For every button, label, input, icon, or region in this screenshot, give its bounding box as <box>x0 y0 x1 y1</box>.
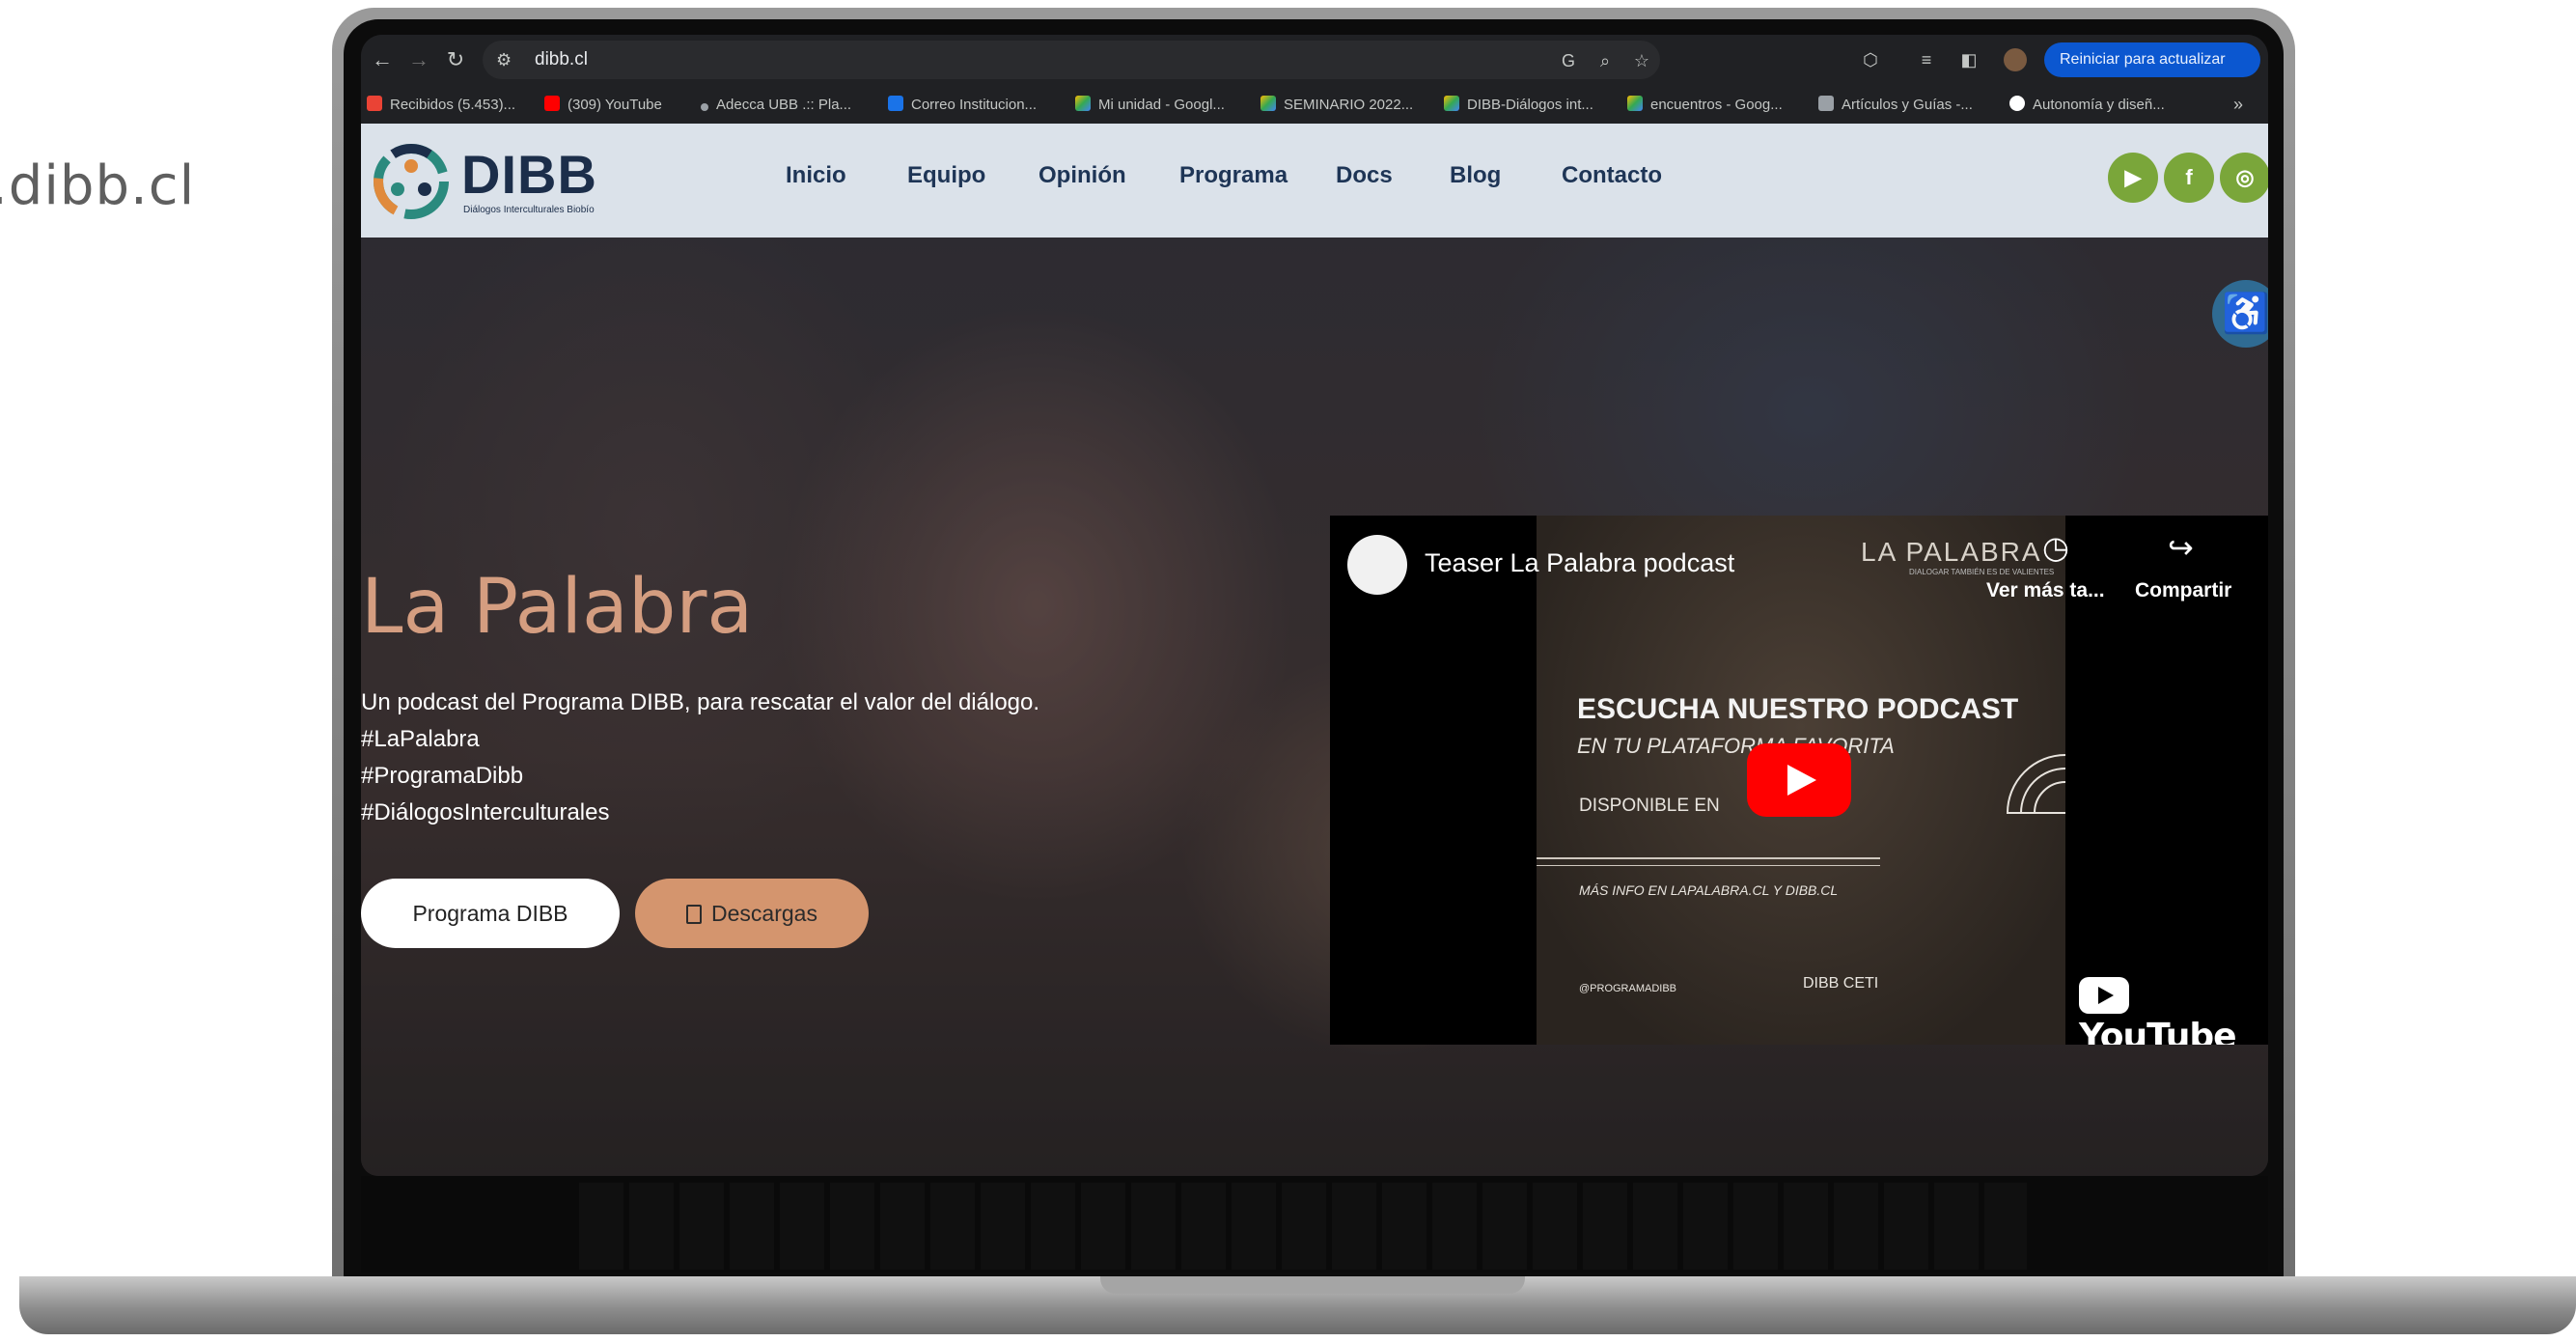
side-panel-icon[interactable]: ◧ <box>1957 48 1980 71</box>
laptop-notch <box>1100 1276 1525 1294</box>
page-icon <box>701 103 708 111</box>
update-button[interactable]: Reiniciar para actualizar <box>2044 42 2260 77</box>
address-bar[interactable]: ⚙ dibb.cl G ⌕ ☆ <box>483 41 1660 79</box>
thumb-more-info: MÁS INFO EN LAPALABRA.CL Y DIBB.CL <box>1579 882 1839 898</box>
drive-icon <box>1260 96 1276 111</box>
nav-inicio[interactable]: Inicio <box>786 162 846 189</box>
forward-icon[interactable]: → <box>405 46 432 73</box>
reading-list-icon[interactable]: ≡ <box>1915 48 1938 71</box>
youtube-play-icon <box>2079 977 2129 1014</box>
document-icon <box>686 905 703 924</box>
extensions-icon[interactable]: ⬡ <box>1859 48 1882 71</box>
play-button[interactable] <box>1747 743 1851 817</box>
bookmark-item[interactable]: Recibidos (5.453)... <box>367 95 515 116</box>
instagram-icon[interactable]: ◎ <box>2220 153 2268 203</box>
drive-icon <box>1627 96 1643 111</box>
bookmark-item[interactable]: Artículos y Guías -... <box>1818 95 1973 116</box>
graduation-cap-icon <box>1818 96 1834 111</box>
site-caption: .dibb.cl <box>0 154 196 217</box>
mail-icon <box>888 96 903 111</box>
logo-text[interactable]: DIBB <box>461 143 597 206</box>
bookmark-item[interactable]: Mi unidad - Googl... <box>1075 95 1225 116</box>
youtube-icon[interactable]: ▶ <box>2108 153 2158 203</box>
url-text[interactable]: dibb.cl <box>535 49 588 70</box>
facebook-icon[interactable]: f <box>2164 153 2214 203</box>
youtube-icon <box>544 96 560 111</box>
bookmark-item[interactable]: Autonomía y diseñ... <box>2009 95 2165 116</box>
programa-dibb-button[interactable]: Programa DIBB <box>361 879 620 948</box>
bookmark-item[interactable]: (309) YouTube <box>544 95 662 116</box>
bookmark-item[interactable]: Correo Institucion... <box>888 95 1037 116</box>
podcast-tagline: DIALOGAR TAMBIÉN ES DE VALIENTES <box>1909 568 2055 576</box>
nav-contacto[interactable]: Contacto <box>1562 162 1662 189</box>
decorative-arcs <box>2006 754 2065 814</box>
bookmark-item[interactable]: encuentros - Goog... <box>1627 95 1783 116</box>
bookmark-item[interactable]: SEMINARIO 2022... <box>1260 95 1413 116</box>
screen: ← → ↻ ⚙ dibb.cl G ⌕ ☆ ⬡ ≡ ◧ Reiniciar pa… <box>361 35 2268 1176</box>
nav-opinion[interactable]: Opinión <box>1039 162 1126 189</box>
thumb-handle: @PROGRAMADIBB <box>1579 983 1677 994</box>
browser-toolbar: ← → ↻ ⚙ dibb.cl G ⌕ ☆ ⬡ ≡ ◧ Reiniciar pa… <box>361 35 2268 85</box>
site-settings-icon[interactable]: ⚙ <box>496 48 519 71</box>
share-icon[interactable]: ↪ <box>2168 529 2194 566</box>
bookmarks-more-icon[interactable]: » <box>2233 95 2243 115</box>
watch-later-label[interactable]: Ver más ta... <box>1986 579 2105 602</box>
site-header: DIBB Diálogos Interculturales Biobío Ini… <box>361 124 2268 238</box>
nav-programa[interactable]: Programa <box>1179 162 1288 189</box>
profile-avatar[interactable] <box>2004 48 2027 71</box>
bookmark-star-icon[interactable]: ☆ <box>1631 50 1652 71</box>
reload-icon[interactable]: ↻ <box>442 46 469 73</box>
hero-description: Un podcast del Programa DIBB, para resca… <box>361 689 1040 715</box>
thumb-heading: ESCUCHA NUESTRO PODCAST <box>1577 693 2019 725</box>
channel-avatar[interactable] <box>1347 535 1407 595</box>
gmail-icon <box>367 96 382 111</box>
drive-icon <box>1075 96 1091 111</box>
thumb-divider <box>1537 857 1880 859</box>
web-page: DIBB Diálogos Interculturales Biobío Ini… <box>361 124 2268 1176</box>
thumb-available: DISPONIBLE EN <box>1579 796 1720 816</box>
nav-docs[interactable]: Docs <box>1336 162 1393 189</box>
podcast-brand: LA PALABRA <box>1861 537 2042 567</box>
thumb-partner-logos: DIBB CETI <box>1803 975 1879 992</box>
google-icon[interactable]: G <box>1558 50 1579 71</box>
bookmarks-bar: Recibidos (5.453)... (309) YouTube Adecc… <box>361 85 2268 125</box>
drive-icon <box>1444 96 1459 111</box>
hashtag: #DiálogosInterculturales <box>361 799 610 825</box>
back-icon[interactable]: ← <box>369 46 396 73</box>
youtube-embed[interactable]: Teaser La Palabra podcast LA PALABRA DIA… <box>1330 516 2268 1045</box>
descargas-button[interactable]: Descargas <box>635 879 869 948</box>
nav-blog[interactable]: Blog <box>1450 162 1501 189</box>
hero-section: ♿ La Palabra Un podcast del Programa DIB… <box>361 238 2268 1176</box>
dibb-logo-icon[interactable] <box>373 143 450 220</box>
video-title[interactable]: Teaser La Palabra podcast <box>1425 548 1734 578</box>
bookmark-item[interactable]: DIBB-Diálogos int... <box>1444 95 1593 116</box>
google-icon <box>2009 96 2025 111</box>
hero-title: La Palabra <box>361 564 754 651</box>
share-label[interactable]: Compartir <box>2135 579 2231 602</box>
keyboard-reflection <box>579 1183 2027 1270</box>
logo-subtitle: Diálogos Interculturales Biobío <box>463 205 595 215</box>
clock-icon[interactable]: ◷ <box>2042 529 2069 566</box>
bookmark-item[interactable]: Adecca UBB .:: Pla... <box>701 95 851 116</box>
zoom-icon[interactable]: ⌕ <box>1594 50 1616 71</box>
thumb-divider <box>1537 865 1880 866</box>
youtube-logo[interactable]: YouTube <box>2079 977 2268 1045</box>
nav-equipo[interactable]: Equipo <box>907 162 985 189</box>
hashtag: #LaPalabra <box>361 726 480 752</box>
hashtag: #ProgramaDibb <box>361 763 524 789</box>
